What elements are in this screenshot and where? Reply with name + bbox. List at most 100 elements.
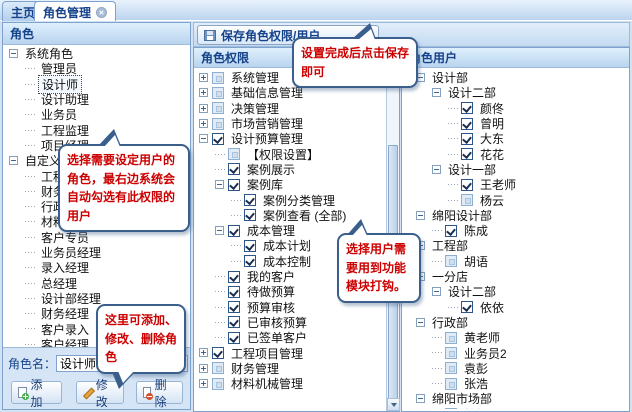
- tree-item[interactable]: 已审核预算: [194, 315, 385, 330]
- checkbox-unchecked-icon[interactable]: [445, 362, 457, 375]
- checkbox-checked-icon[interactable]: [244, 239, 256, 252]
- tree-item[interactable]: 袁彭: [402, 361, 629, 376]
- checkbox-checked-icon[interactable]: [228, 163, 240, 176]
- tree-item[interactable]: 材料机械管理: [194, 376, 385, 391]
- checkbox-checked-icon[interactable]: [228, 224, 240, 237]
- tree-item[interactable]: 设计师: [3, 74, 190, 94]
- checkbox-checked-icon[interactable]: [461, 102, 473, 115]
- tree-item[interactable]: 大东: [402, 131, 629, 146]
- checkbox-checked-icon[interactable]: [228, 270, 240, 283]
- checkbox-checked-icon[interactable]: [228, 316, 240, 329]
- tree-item[interactable]: 颜佟: [402, 101, 629, 116]
- checkbox-checked-icon[interactable]: [244, 194, 256, 207]
- checkbox-checked-icon[interactable]: [228, 301, 240, 314]
- tree-item[interactable]: 总经理: [3, 275, 190, 291]
- checkbox-unchecked-icon[interactable]: [212, 102, 224, 115]
- checkbox-unchecked-icon[interactable]: [445, 408, 457, 409]
- checkbox-unchecked-icon[interactable]: [445, 331, 457, 344]
- checkbox-checked-icon[interactable]: [228, 285, 240, 298]
- delete-role-button[interactable]: 删除: [136, 378, 183, 409]
- collapse-minus-icon[interactable]: [9, 156, 18, 166]
- tree-item[interactable]: 绵阳市场部: [402, 391, 629, 406]
- tree-item[interactable]: 设计二部: [402, 284, 629, 299]
- expand-plus-icon[interactable]: [199, 348, 208, 358]
- collapse-minus-icon[interactable]: [215, 226, 224, 236]
- tree-item[interactable]: 黄老师: [402, 330, 629, 345]
- checkbox-checked-icon[interactable]: [445, 224, 457, 237]
- tree-item[interactable]: 案例分类管理: [194, 192, 385, 208]
- collapse-minus-icon[interactable]: [215, 180, 224, 190]
- tree-item[interactable]: 案例库: [194, 177, 385, 192]
- checkbox-checked-icon[interactable]: [461, 178, 473, 191]
- tree-item[interactable]: 设计一部: [402, 162, 629, 177]
- close-icon[interactable]: [96, 7, 108, 18]
- tree-item[interactable]: 设计部: [402, 70, 629, 85]
- checkbox-checked-icon[interactable]: [212, 132, 224, 145]
- tree-item[interactable]: 决策管理: [194, 101, 385, 116]
- tree-item[interactable]: 行政部: [402, 315, 629, 330]
- tree-item[interactable]: 杨云: [402, 192, 629, 208]
- collapse-minus-icon[interactable]: [416, 210, 425, 220]
- checkbox-checked-icon[interactable]: [461, 148, 473, 161]
- expand-plus-icon[interactable]: [199, 363, 208, 373]
- tree-item[interactable]: 花花: [402, 146, 629, 162]
- tree-item[interactable]: 绵阳设计部: [402, 208, 629, 223]
- tree-item[interactable]: 系统角色: [3, 46, 190, 61]
- checkbox-checked-icon[interactable]: [461, 117, 473, 130]
- checkbox-unchecked-icon[interactable]: [228, 148, 240, 161]
- checkbox-unchecked-icon[interactable]: [212, 362, 224, 375]
- checkbox-unchecked-icon[interactable]: [212, 117, 224, 130]
- tree-item[interactable]: 案例展示: [194, 162, 385, 177]
- tree-item[interactable]: 设计预算管理: [194, 131, 385, 146]
- collapse-minus-icon[interactable]: [432, 164, 441, 174]
- checkbox-checked-icon[interactable]: [244, 209, 256, 222]
- checkbox-checked-icon[interactable]: [461, 132, 473, 145]
- checkbox-checked-icon[interactable]: [461, 301, 473, 314]
- expand-plus-icon[interactable]: [199, 119, 208, 129]
- checkbox-unchecked-icon[interactable]: [212, 71, 224, 84]
- checkbox-unchecked-icon[interactable]: [445, 377, 457, 390]
- checkbox-checked-icon[interactable]: [244, 255, 256, 268]
- add-role-button[interactable]: 添加: [11, 378, 62, 409]
- tree-item[interactable]: 业务员2: [402, 345, 629, 361]
- tree-item[interactable]: 设计助理: [3, 92, 190, 107]
- tree-item[interactable]: 依依: [402, 299, 629, 315]
- checkbox-checked-icon[interactable]: [228, 331, 240, 344]
- tree-item[interactable]: 工程监理: [3, 122, 190, 138]
- tree-item[interactable]: 王老师: [402, 177, 629, 192]
- expand-plus-icon[interactable]: [199, 379, 208, 389]
- tree-item[interactable]: 财务管理: [194, 361, 385, 376]
- tree-item[interactable]: 设计二部: [402, 85, 629, 100]
- collapse-minus-icon[interactable]: [199, 134, 208, 144]
- expand-plus-icon[interactable]: [199, 88, 208, 98]
- tree-item[interactable]: 陈成: [402, 223, 629, 238]
- collapse-minus-icon[interactable]: [9, 49, 18, 59]
- collapse-minus-icon[interactable]: [416, 317, 425, 327]
- tree-item[interactable]: 管理员: [3, 61, 190, 76]
- tree-item[interactable]: 曾明: [402, 116, 629, 131]
- tree-item[interactable]: 一分店: [402, 269, 629, 284]
- checkbox-unchecked-icon[interactable]: [445, 346, 457, 359]
- checkbox-unchecked-icon[interactable]: [212, 377, 224, 390]
- tab-role-management[interactable]: 角色管理: [34, 1, 117, 21]
- expand-plus-icon[interactable]: [199, 103, 208, 113]
- checkbox-unchecked-icon[interactable]: [445, 255, 457, 268]
- collapse-minus-icon[interactable]: [432, 287, 441, 297]
- checkbox-unchecked-icon[interactable]: [461, 194, 473, 207]
- tree-item[interactable]: 市场营销管理: [194, 116, 385, 131]
- collapse-minus-icon[interactable]: [416, 394, 425, 404]
- tree-item[interactable]: 工程部: [402, 238, 629, 253]
- tree-item[interactable]: 业务员经理: [3, 245, 190, 260]
- checkbox-checked-icon[interactable]: [212, 346, 224, 359]
- tree-item[interactable]: 【权限设置】: [194, 146, 385, 162]
- tree-item[interactable]: 已签单客户: [194, 330, 385, 345]
- tree-item[interactable]: 张浩: [402, 376, 629, 391]
- tree-item[interactable]: 胡语: [402, 254, 629, 269]
- tree-item[interactable]: 工程项目管理: [194, 345, 385, 361]
- expand-plus-icon[interactable]: [199, 73, 208, 83]
- checkbox-unchecked-icon[interactable]: [212, 86, 224, 99]
- scroll-down-button[interactable]: [387, 398, 400, 411]
- checkbox-checked-icon[interactable]: [228, 178, 240, 191]
- collapse-minus-icon[interactable]: [432, 88, 441, 98]
- tree-item[interactable]: 业务员: [3, 107, 190, 122]
